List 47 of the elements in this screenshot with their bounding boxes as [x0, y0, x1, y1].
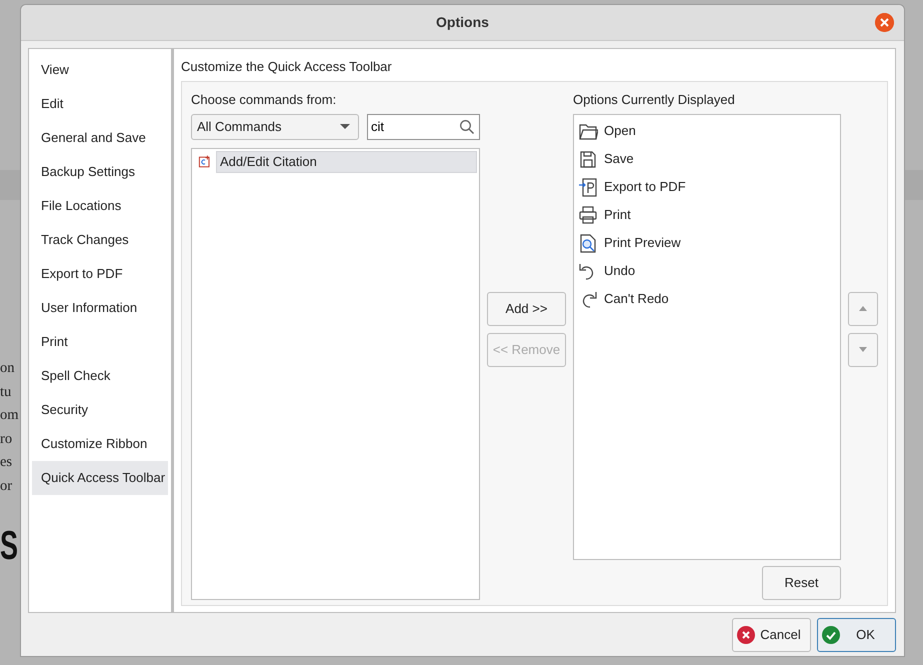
- text-fragment: tu: [0, 382, 12, 402]
- move-up-button[interactable]: [848, 292, 878, 326]
- sidebar-item[interactable]: Spell Check: [32, 359, 168, 393]
- text-fragment: or: [0, 476, 14, 496]
- sidebar-item[interactable]: User Information: [32, 291, 168, 325]
- toolbar-command-item[interactable]: Can't Redo: [604, 288, 669, 308]
- checkmark-icon: [822, 626, 840, 644]
- close-icon[interactable]: [875, 13, 894, 32]
- toolbar-command-item[interactable]: Export to PDF: [604, 176, 686, 196]
- toolbar-command-item[interactable]: Print: [604, 204, 631, 224]
- cancel-icon: [737, 626, 755, 644]
- cancel-button[interactable]: Cancel: [732, 618, 811, 652]
- heading-fragment: S: [0, 522, 18, 570]
- magnifier-document-icon: [578, 232, 598, 252]
- sidebar-item[interactable]: Security: [32, 393, 168, 427]
- field-label: Choose commands from:: [191, 92, 336, 106]
- sidebar-item[interactable]: General and Save: [32, 121, 168, 155]
- sidebar-item[interactable]: Edit: [32, 87, 168, 121]
- sidebar-item[interactable]: File Locations: [32, 189, 168, 223]
- add-button[interactable]: Add >>: [487, 292, 566, 326]
- category-dropdown[interactable]: All Commands: [191, 114, 359, 140]
- sidebar-item[interactable]: View: [32, 53, 168, 87]
- sidebar-item[interactable]: Quick Access Toolbar: [32, 461, 168, 495]
- reset-button[interactable]: Reset: [762, 566, 841, 600]
- export-document-icon: [578, 176, 598, 196]
- toolbar-command-item[interactable]: Save: [604, 148, 634, 168]
- text-fragment: om: [0, 406, 20, 425]
- field-label: Options Currently Displayed: [573, 92, 735, 106]
- toolbar-command-item[interactable]: Undo: [604, 260, 636, 280]
- move-down-button[interactable]: [848, 332, 878, 367]
- text-fragment: on: [0, 359, 16, 378]
- toolbar-command-item[interactable]: Open: [604, 120, 636, 140]
- toolbar-command-item[interactable]: Print Preview: [604, 232, 681, 252]
- search-field[interactable]: cit: [367, 114, 480, 140]
- text-fragment: ro: [0, 430, 14, 448]
- window-title: Options: [436, 13, 489, 32]
- sidebar-item[interactable]: Customize Ribbon: [32, 427, 168, 461]
- search-icon: [459, 118, 475, 134]
- command-item[interactable]: Add/Edit Citation: [216, 150, 477, 172]
- sidebar-item[interactable]: Backup Settings: [32, 155, 168, 189]
- sidebar-item[interactable]: Export to PDF: [32, 257, 168, 291]
- section-title: Customize the Quick Access Toolbar: [181, 58, 393, 76]
- sidebar-item[interactable]: Print: [32, 325, 168, 359]
- sidebar-item[interactable]: Track Changes: [32, 223, 168, 257]
- printer-icon: [578, 204, 598, 224]
- text-fragment: es: [0, 453, 14, 472]
- ok-button[interactable]: OK: [817, 618, 896, 652]
